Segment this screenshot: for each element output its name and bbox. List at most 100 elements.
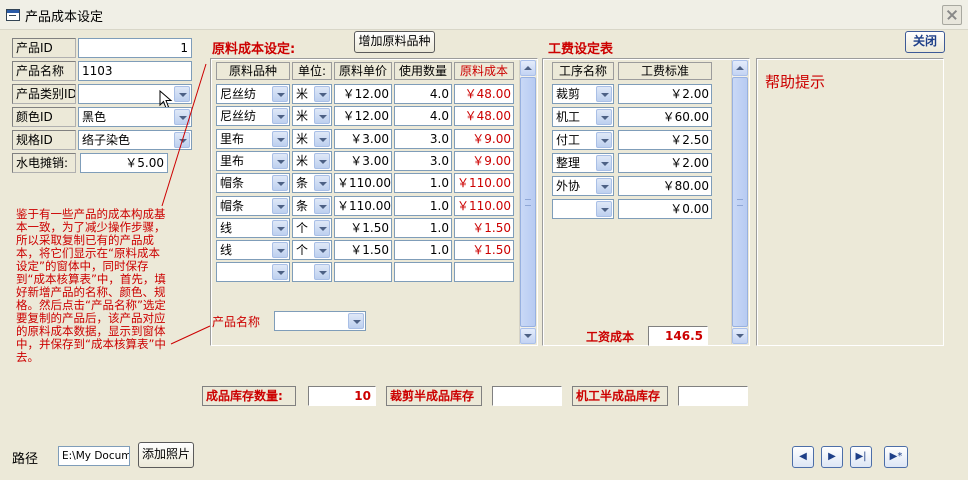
chevron-down-icon[interactable]	[596, 109, 612, 125]
chevron-down-icon[interactable]	[272, 130, 288, 147]
chevron-down-icon[interactable]	[314, 175, 330, 192]
material-name-combo[interactable]: 里布	[216, 128, 290, 149]
previous-record-button[interactable]: ◀	[792, 446, 814, 468]
chevron-down-icon[interactable]	[596, 155, 612, 171]
last-record-button[interactable]: ▶|	[850, 446, 872, 468]
chevron-down-icon[interactable]	[272, 152, 288, 169]
chevron-down-icon[interactable]	[596, 132, 612, 148]
material-qty-cell[interactable]: 3.0	[394, 128, 452, 149]
material-unit-combo[interactable]: 米	[292, 150, 332, 171]
window-close-button[interactable]	[942, 5, 962, 25]
material-unit-combo-value: 米	[296, 109, 309, 124]
material-unit-combo[interactable]: 米	[292, 128, 332, 149]
path-input[interactable]: E:\My Documents	[58, 446, 130, 466]
material-name-combo[interactable]: 线	[216, 240, 290, 261]
material-price-cell[interactable]: ￥3.00	[334, 128, 392, 149]
chevron-down-icon[interactable]	[314, 242, 330, 259]
labor-process-combo[interactable]: 付工	[552, 130, 614, 150]
copy-product-name-label: 产品名称	[212, 315, 261, 329]
material-price-cell[interactable]: ￥12.00	[334, 84, 392, 104]
material-column-header: 使用数量	[394, 62, 452, 80]
chevron-down-icon[interactable]	[314, 264, 330, 281]
chevron-down-icon[interactable]	[314, 219, 330, 236]
chevron-down-icon[interactable]	[596, 178, 612, 194]
chevron-down-icon[interactable]	[272, 86, 288, 102]
material-price-cell[interactable]: ￥1.50	[334, 217, 392, 238]
material-qty-cell[interactable]: 4.0	[394, 106, 452, 127]
add-material-button[interactable]: 增加原料品种	[354, 31, 435, 53]
labor-process-combo[interactable]	[552, 199, 614, 219]
new-record-button[interactable]: ▶*	[884, 446, 908, 468]
labor-fee-cell[interactable]: ￥60.00	[618, 107, 712, 127]
material-qty-cell[interactable]	[394, 262, 452, 283]
material-unit-combo[interactable]: 米	[292, 84, 332, 104]
product-name-label: 产品名称	[12, 61, 76, 81]
next-record-button[interactable]: ▶	[821, 446, 843, 468]
previous-icon: ◀	[799, 451, 807, 462]
copy-product-name-combo[interactable]	[274, 311, 366, 331]
labor-fee-cell[interactable]: ￥2.50	[618, 130, 712, 150]
chevron-down-icon[interactable]	[348, 313, 364, 329]
chevron-down-icon[interactable]	[314, 86, 330, 102]
chevron-down-icon[interactable]	[596, 86, 612, 102]
material-qty-cell[interactable]: 3.0	[394, 150, 452, 171]
chevron-down-icon[interactable]	[314, 108, 330, 125]
labor-process-combo[interactable]: 机工	[552, 107, 614, 127]
material-price-cell[interactable]: ￥12.00	[334, 106, 392, 127]
material-unit-combo[interactable]: 条	[292, 173, 332, 194]
title-bar: 产品成本设定	[0, 0, 968, 30]
close-button[interactable]: 关闭	[905, 31, 945, 53]
scroll-up-icon[interactable]	[520, 60, 536, 76]
scroll-thumb[interactable]	[732, 77, 748, 327]
material-price-cell[interactable]: ￥1.50	[334, 240, 392, 261]
labor-process-combo[interactable]: 裁剪	[552, 84, 614, 104]
material-name-combo[interactable]: 里布	[216, 150, 290, 171]
scroll-thumb[interactable]	[520, 77, 536, 327]
scroll-up-icon[interactable]	[732, 60, 748, 76]
chevron-down-icon[interactable]	[272, 264, 288, 281]
material-price-cell[interactable]: ￥3.00	[334, 150, 392, 171]
material-price-cell[interactable]: ￥110.00	[334, 173, 392, 194]
chevron-down-icon[interactable]	[314, 130, 330, 147]
material-unit-combo[interactable]: 个	[292, 217, 332, 238]
labor-process-combo[interactable]: 外协	[552, 176, 614, 196]
labor-fee-cell[interactable]: ￥2.00	[618, 84, 712, 104]
material-price-cell[interactable]: ￥110.00	[334, 195, 392, 216]
chevron-down-icon[interactable]	[272, 108, 288, 125]
product-id-input[interactable]: 1	[78, 38, 192, 58]
chevron-down-icon[interactable]	[314, 197, 330, 214]
labor-process-combo[interactable]: 整理	[552, 153, 614, 173]
chevron-down-icon[interactable]	[272, 197, 288, 214]
material-qty-cell[interactable]: 1.0	[394, 240, 452, 261]
scroll-down-icon[interactable]	[732, 328, 748, 344]
material-qty-cell[interactable]: 1.0	[394, 173, 452, 194]
labor-fee-cell[interactable]: ￥0.00	[618, 199, 712, 219]
chevron-down-icon[interactable]	[272, 219, 288, 236]
material-name-combo[interactable]	[216, 262, 290, 283]
labor-fee-cell[interactable]: ￥2.00	[618, 153, 712, 173]
chevron-down-icon[interactable]	[272, 175, 288, 192]
material-name-combo[interactable]: 帽条	[216, 173, 290, 194]
material-name-combo[interactable]: 线	[216, 217, 290, 238]
help-note: 鉴于有一些产品的成本构成基本一致，为了减少操作步骤，所以采取复制已有的产品成本，…	[16, 207, 166, 364]
add-photo-button[interactable]: 添加照片	[138, 442, 194, 468]
scroll-down-icon[interactable]	[520, 328, 536, 344]
material-name-combo[interactable]: 尼丝纺	[216, 106, 290, 127]
chevron-down-icon[interactable]	[272, 242, 288, 259]
material-qty-cell[interactable]: 1.0	[394, 195, 452, 216]
chevron-down-icon[interactable]	[314, 152, 330, 169]
labor-fee-cell[interactable]: ￥80.00	[618, 176, 712, 196]
category-id-label: 产品类别ID	[12, 84, 76, 104]
chevron-down-icon[interactable]	[596, 201, 612, 217]
material-unit-combo[interactable]: 个	[292, 240, 332, 261]
material-qty-cell[interactable]: 4.0	[394, 84, 452, 104]
material-unit-combo[interactable]: 条	[292, 195, 332, 216]
material-price-cell[interactable]	[334, 262, 392, 283]
material-qty-cell[interactable]: 1.0	[394, 217, 452, 238]
material-scrollbar[interactable]	[519, 60, 536, 344]
material-name-combo[interactable]: 尼丝纺	[216, 84, 290, 104]
material-unit-combo[interactable]	[292, 262, 332, 283]
material-unit-combo[interactable]: 米	[292, 106, 332, 127]
labor-scrollbar[interactable]	[731, 60, 748, 344]
material-name-combo[interactable]: 帽条	[216, 195, 290, 216]
